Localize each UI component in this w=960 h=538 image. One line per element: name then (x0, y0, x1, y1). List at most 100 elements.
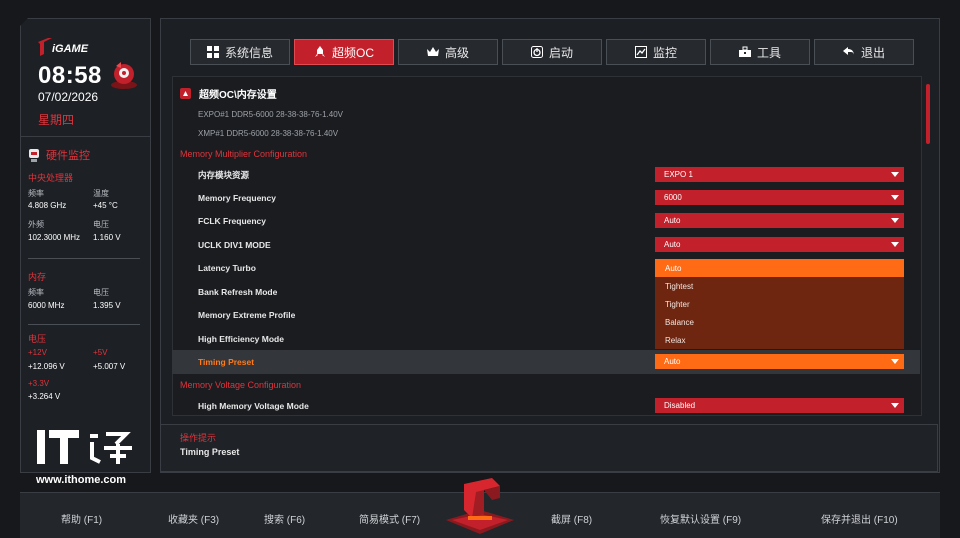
setting-label-uclk: UCLK DIV1 MODE (198, 240, 271, 250)
grid-icon (206, 46, 219, 58)
setting-label-memory-extreme[interactable]: Memory Extreme Profile (198, 310, 295, 320)
help-box (160, 424, 938, 472)
divider (28, 258, 140, 259)
tab-tools[interactable]: 工具 (710, 39, 810, 65)
setting-label-memory-frequency: Memory Frequency (198, 193, 276, 203)
divider (21, 136, 150, 137)
oc-gauge-icon (180, 88, 191, 99)
v12-label: +12V (28, 348, 47, 357)
xmp-profile-info: XMP#1 DDR5-6000 28-38-38-76-1.40V (198, 129, 339, 138)
v33-value: +3.264 V (28, 392, 61, 401)
hardware-monitor-header: 硬件监控 (28, 147, 90, 163)
toolbox-icon (738, 46, 751, 57)
caret-down-icon (891, 172, 899, 177)
save-exit-f10-button[interactable]: 保存并退出 (F10) (821, 511, 898, 526)
tab-label: 启动 (548, 45, 573, 60)
tab-monitor[interactable]: 监控 (606, 39, 706, 65)
v5-value: +5.007 V (93, 362, 126, 371)
setting-label-high-efficiency[interactable]: High Efficiency Mode (198, 334, 284, 344)
tab-label: 系统信息 (224, 45, 273, 60)
dropdown-value: 6000 (664, 193, 682, 202)
cpu-ext-freq-label: 外频 (28, 220, 44, 229)
favorites-f3-button[interactable]: 收藏夹 (F3) (168, 511, 219, 526)
tab-advanced[interactable]: 高级 (398, 39, 498, 65)
timing-preset-dropdown[interactable]: Auto (655, 354, 904, 369)
memory-frequency-dropdown[interactable]: 6000 (655, 190, 904, 205)
easy-mode-f7-button[interactable]: 简易模式 (F7) (359, 511, 420, 526)
setting-label-timing-preset: Timing Preset (198, 357, 255, 367)
mascot-icon (111, 62, 137, 89)
hardware-monitor-title: 硬件监控 (46, 150, 90, 162)
tab-exit[interactable]: 退出 (814, 39, 914, 65)
igame-logo: iGAME (38, 38, 89, 56)
back-arrow-icon (842, 47, 854, 56)
tab-label: 退出 (860, 45, 885, 60)
memory-source-dropdown[interactable]: EXPO 1 (655, 167, 904, 182)
cpu-freq-label: 频率 (28, 189, 44, 198)
setting-label-latency-turbo[interactable]: Latency Turbo (198, 263, 256, 273)
tab-boot[interactable]: 启动 (502, 39, 602, 65)
tab-label: 监控 (652, 45, 677, 60)
tab-label: 工具 (756, 45, 781, 60)
screenshot-f8-button[interactable]: 截屏 (F8) (551, 511, 592, 526)
section-memory-voltage: Memory Voltage Configuration (180, 380, 302, 390)
load-defaults-f9-button[interactable]: 恢复默认设置 (F9) (660, 511, 741, 526)
section-memory-multiplier: Memory Multiplier Configuration (180, 149, 308, 159)
search-f6-button[interactable]: 搜索 (F6) (264, 511, 305, 526)
setting-label-memory-source: 内存模块资源 (198, 170, 250, 180)
clock-time: 08:58 (38, 62, 102, 89)
uclk-div1-dropdown[interactable]: Auto (655, 237, 904, 252)
dropdown-value: Disabled (664, 401, 696, 410)
setting-label-bank-refresh[interactable]: Bank Refresh Mode (198, 287, 277, 297)
v33-label: +3.3V (28, 379, 50, 388)
cpu-volt-value: 1.160 V (93, 233, 121, 242)
voltage-section-title: 电压 (28, 334, 47, 344)
fclk-frequency-dropdown[interactable]: Auto (655, 213, 904, 228)
igame-emblem-logo (446, 478, 514, 534)
ithome-watermark-logo (37, 430, 132, 464)
option-tighter[interactable]: Tighter (655, 295, 904, 313)
date-display: 07/02/2026 (38, 90, 99, 104)
mem-volt-label: 电压 (93, 288, 109, 297)
high-mem-voltage-dropdown[interactable]: Disabled (655, 398, 904, 413)
option-tightest[interactable]: Tightest (655, 277, 904, 295)
tab-overclock[interactable]: 超频OC (294, 39, 394, 65)
help-text: Timing Preset (180, 447, 240, 457)
breadcrumb: 超频OC\内存设置 (180, 86, 277, 101)
divider (28, 324, 140, 325)
dropdown-value: Auto (664, 357, 681, 366)
watermark-url: www.ithome.com (36, 474, 127, 486)
expo-profile-info: EXPO#1 DDR5-6000 28-38-38-76-1.40V (198, 110, 343, 119)
cpu-ext-freq-value: 102.3000 MHz (28, 233, 81, 242)
setting-label-fclk: FCLK Frequency (198, 216, 267, 226)
memory-section-title: 内存 (28, 272, 47, 282)
timing-preset-options-list: Auto Tightest Tighter Balance Relax (655, 259, 904, 349)
caret-down-icon (891, 359, 899, 364)
option-relax[interactable]: Relax (655, 331, 904, 349)
weekday-display: 星期四 (38, 113, 75, 127)
dropdown-value: EXPO 1 (664, 170, 693, 179)
top-tab-bar: 系统信息 超频OC 高级 启动 监控 工具 退出 (190, 39, 914, 65)
v5-label: +5V (93, 348, 108, 357)
help-f1-button[interactable]: 帮助 (F1) (61, 511, 102, 526)
breadcrumb-text: 超频OC\内存设置 (199, 90, 277, 101)
v12-value: +12.096 V (28, 362, 65, 371)
setting-label-high-mem-voltage: High Memory Voltage Mode (198, 401, 309, 411)
option-auto[interactable]: Auto (655, 259, 904, 277)
cpu-temp-value: +45 °C (93, 201, 118, 210)
crown-icon (426, 47, 439, 56)
mem-freq-label: 频率 (28, 288, 44, 297)
content-scrollbar[interactable] (926, 84, 930, 144)
tab-label: 超频OC (331, 45, 374, 60)
mem-volt-value: 1.395 V (93, 301, 121, 310)
dropdown-value: Auto (664, 240, 681, 249)
option-balance[interactable]: Balance (655, 313, 904, 331)
tab-system-info[interactable]: 系统信息 (190, 39, 290, 65)
cpu-section-title: 中央处理器 (28, 173, 74, 183)
caret-down-icon (891, 218, 899, 223)
tab-label: 高级 (444, 45, 469, 60)
dropdown-value: Auto (664, 216, 681, 225)
svg-text:iGAME: iGAME (52, 43, 89, 55)
monitor-robot-icon (29, 149, 39, 162)
caret-down-icon (891, 403, 899, 408)
